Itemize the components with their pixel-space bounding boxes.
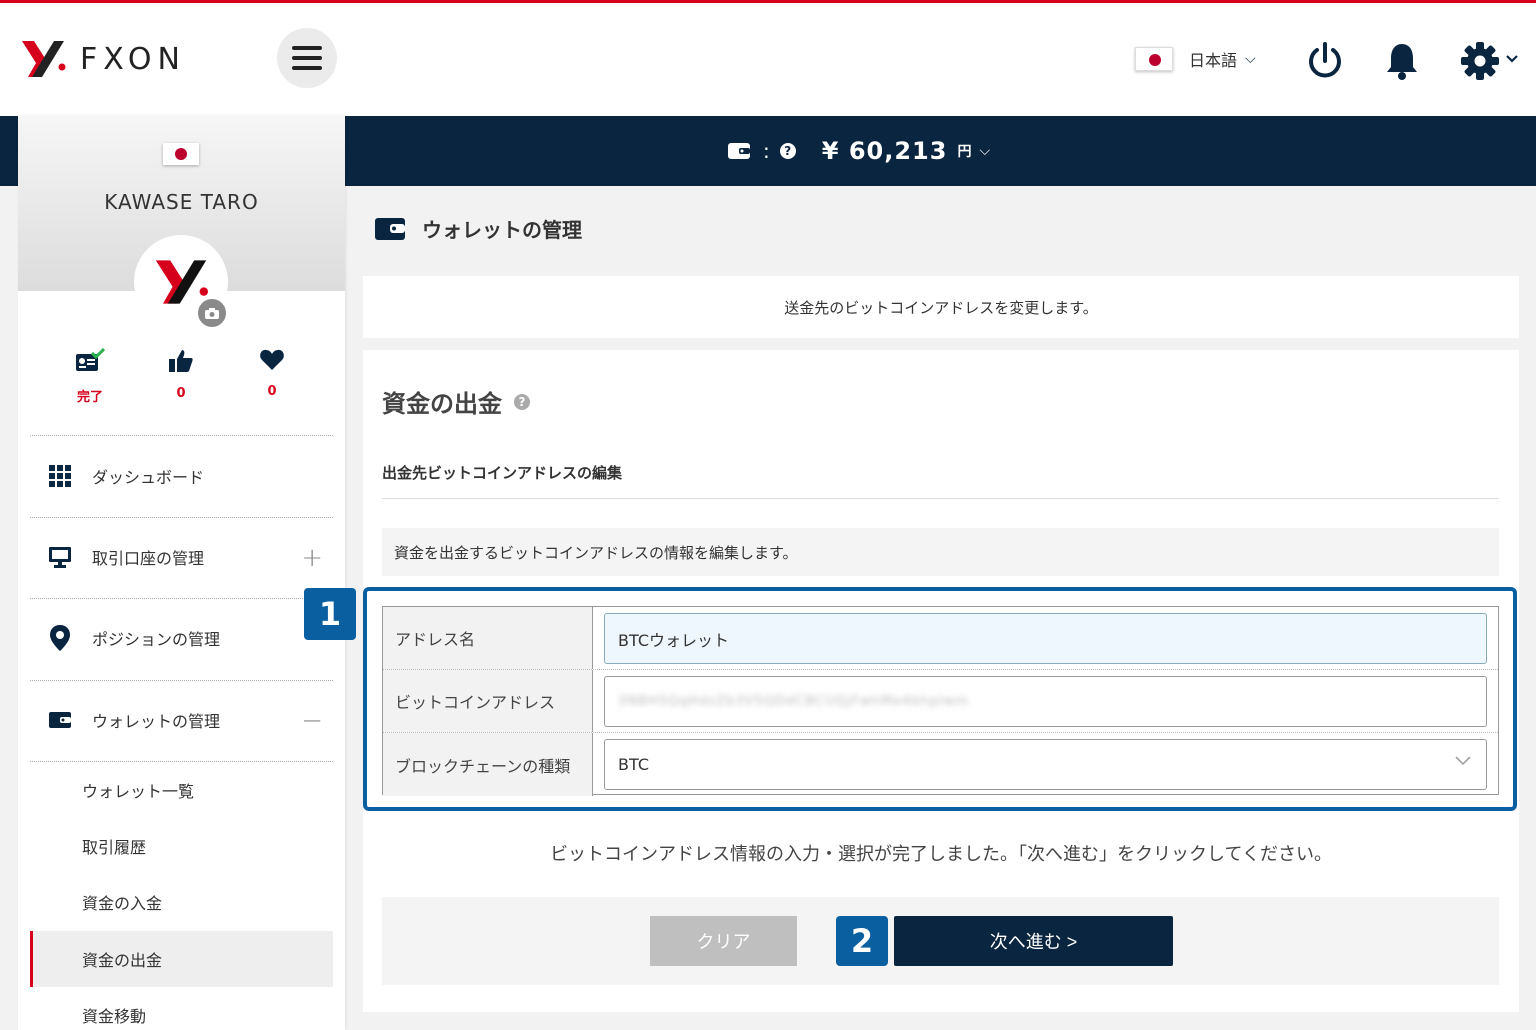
section-title-text: 資金の出金 <box>382 390 502 418</box>
stat-likes[interactable]: 0 <box>151 348 211 401</box>
japan-flag-icon <box>163 143 199 165</box>
stat-value: 0 <box>267 384 277 399</box>
camera-icon[interactable] <box>196 297 228 329</box>
bitcoin-address-value: 3NBHSQqHdsZb3VSQDdCBCUQjFwhMe4bhpIwm <box>618 694 970 709</box>
settings-chevron-down-icon[interactable] <box>1505 53 1519 65</box>
menu-toggle-button[interactable] <box>277 28 337 88</box>
sidebar-item-trading-accounts[interactable]: 取引口座の管理 + <box>30 517 333 597</box>
sidebar-subitem-wallet-list[interactable]: ウォレット一覧 <box>30 762 333 818</box>
address-form: アドレス名 BTCウォレット ビットコインアドレス 3NBHSQqHdsZb3V… <box>382 606 1499 796</box>
sidebar-item-positions[interactable]: ポジションの管理 <box>30 598 333 678</box>
chevron-down-icon[interactable]: ⌵ <box>979 143 990 159</box>
wallet-icon <box>375 217 405 240</box>
completion-message: ビットコインアドレス情報の入力・選択が完了しました。「次へ進む」をクリックしてく… <box>550 844 1332 865</box>
sidebar-subitem-transaction-history[interactable]: 取引履歴 <box>30 818 333 874</box>
sidebar-subitem-label: 資金の入金 <box>82 894 163 913</box>
brand-logo[interactable]: FXON <box>18 37 186 81</box>
divider <box>382 498 1499 499</box>
gear-icon[interactable] <box>1460 41 1500 81</box>
clear-button[interactable]: クリア <box>650 916 797 966</box>
section-title: 資金の出金 ? <box>382 384 530 419</box>
bitcoin-address-input[interactable]: 3NBHSQqHdsZb3VSQDdCBCUQjFwhMe4bhpIwm <box>604 676 1487 727</box>
button-area: クリア 2 次へ進む > <box>382 897 1499 985</box>
sidebar-item-dashboard[interactable]: ダッシュボード <box>30 436 333 516</box>
sidebar-item-label: ダッシュボード <box>92 468 205 487</box>
language-label: 日本語 <box>1189 51 1238 70</box>
help-icon[interactable]: ? <box>779 143 796 159</box>
form-row-bitcoin-address: ビットコインアドレス 3NBHSQqHdsZb3VSQDdCBCUQjFwhMe… <box>383 670 1498 733</box>
section-subtitle: 出金先ビットコインアドレスの編集 <box>382 464 623 482</box>
collapse-icon[interactable]: − <box>301 706 323 736</box>
chevron-down-icon: ⌵ <box>1245 51 1256 67</box>
thumbs-up-icon <box>169 350 193 372</box>
sidebar-subitem-label: 資金移動 <box>82 1007 147 1026</box>
help-icon[interactable]: ? <box>514 393 530 410</box>
map-pin-icon <box>50 625 70 651</box>
field-label: アドレス名 <box>383 607 593 669</box>
form-row-blockchain-type: ブロックチェーンの種類 BTC <box>383 733 1498 796</box>
balance-amount: ¥ 60,213 <box>821 137 948 165</box>
blockchain-type-select[interactable]: BTC <box>604 739 1487 790</box>
stat-verification[interactable]: 完了 <box>60 347 120 405</box>
sidebar-subitem-transfer[interactable]: 資金移動 <box>30 987 333 1030</box>
withdrawal-card: 資金の出金 ? 出金先ビットコインアドレスの編集 資金を出金するビットコインアド… <box>304 350 1519 1012</box>
stat-value: 0 <box>176 386 186 401</box>
fxon-mark-icon <box>22 41 66 77</box>
info-banner: 送金先のビットコインアドレスを変更します。 <box>363 276 1519 338</box>
stat-value: 完了 <box>76 390 103 405</box>
section-note: 資金を出金するビットコインアドレスの情報を編集します。 <box>382 528 1499 576</box>
stat-favorites[interactable]: 0 <box>242 348 302 399</box>
form-row-address-name: アドレス名 BTCウォレット <box>383 607 1498 670</box>
address-name-input[interactable]: BTCウォレット <box>604 613 1487 664</box>
sidebar: KAWASE TARO 完了 0 0 ダッシュボード 取引口座の管理 + ポジシ… <box>18 116 345 1030</box>
monitor-icon <box>49 547 71 568</box>
id-card-check-icon <box>76 347 106 371</box>
sidebar-item-wallet[interactable]: ウォレットの管理 − <box>30 680 333 760</box>
user-name: KAWASE TARO <box>104 190 259 214</box>
language-selector[interactable]: 日本語 ⌵ <box>1135 47 1256 71</box>
balance-separator: : <box>763 139 770 163</box>
step-badge-1: 1 <box>304 588 356 640</box>
field-label: ブロックチェーンの種類 <box>383 733 593 796</box>
chevron-down-icon <box>1455 756 1471 766</box>
sidebar-subitem-label: 資金の出金 <box>82 951 163 970</box>
step-badge-2: 2 <box>836 916 888 966</box>
brand-wordmark: FXON <box>80 41 186 77</box>
grid-icon <box>49 465 71 487</box>
select-value: BTC <box>618 755 649 774</box>
sidebar-item-label: ポジションの管理 <box>92 630 221 649</box>
sidebar-subitem-label: 取引履歴 <box>82 838 147 857</box>
japan-flag-icon <box>1135 47 1173 71</box>
sidebar-subitem-deposit[interactable]: 資金の入金 <box>30 874 333 930</box>
sidebar-item-label: 取引口座の管理 <box>92 549 205 568</box>
wallet-icon <box>728 143 750 159</box>
page-title: ウォレットの管理 <box>374 214 582 243</box>
heart-icon <box>260 349 284 370</box>
wallet-icon <box>49 712 71 728</box>
sidebar-subitem-label: ウォレット一覧 <box>82 782 195 801</box>
next-button[interactable]: 次へ進む > <box>894 916 1173 966</box>
field-label: ビットコインアドレス <box>383 670 593 732</box>
power-icon[interactable] <box>1306 41 1344 81</box>
expand-icon[interactable]: + <box>301 543 323 573</box>
wallet-balance[interactable]: : ? ¥ 60,213 円 ⌵ <box>727 137 990 165</box>
page-title-text: ウォレットの管理 <box>422 218 582 242</box>
balance-unit: 円 <box>957 144 972 160</box>
bell-icon[interactable] <box>1384 41 1420 81</box>
sidebar-subitem-withdrawal[interactable]: 資金の出金 <box>30 931 333 987</box>
top-header: FXON 日本語 ⌵ <box>0 3 1536 116</box>
sidebar-item-label: ウォレットの管理 <box>92 712 221 731</box>
